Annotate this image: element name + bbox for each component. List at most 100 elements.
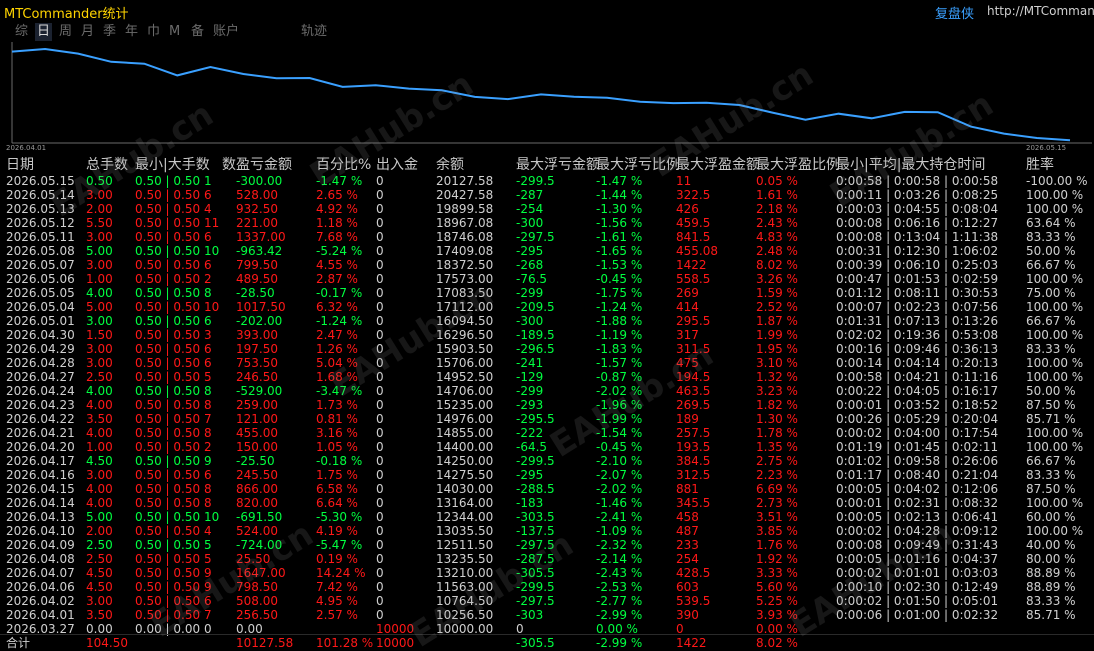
table-row[interactable]: 2026.05.07 3.00 0.50 | 0.50 6 799.50 4.55 % 0 1… xyxy=(0,258,1094,272)
table-row[interactable]: 2026.04.01 3.50 0.50 | 0.50 7 256.50 2.57 % 0 1… xyxy=(0,608,1094,622)
table-row[interactable]: 2026.04.14 4.00 0.50 | 0.50 8 820.00 6.64 % 0 1… xyxy=(0,496,1094,510)
table-row[interactable]: 2026.04.06 4.50 0.50 | 0.50 9 798.50 7.42 % 0 1… xyxy=(0,580,1094,594)
header-max-float-loss-pct[interactable]: 最大浮亏比例 xyxy=(596,156,680,174)
table-row[interactable]: 2026.04.22 3.50 0.50 | 0.50 7 121.00 0.81 % 0 1… xyxy=(0,412,1094,426)
header-win-rate[interactable]: 胜率 xyxy=(1026,156,1054,174)
table-row[interactable]: 2026.05.13 2.00 0.50 | 0.50 4 932.50 4.92 % 0 1… xyxy=(0,202,1094,216)
row-profit: -691.50 xyxy=(236,510,283,524)
table-row[interactable]: 2026.05.11 3.00 0.50 | 0.50 6 1337.00 7.68 % 0… xyxy=(0,230,1094,244)
table-row[interactable]: 2026.04.16 3.00 0.50 | 0.50 6 245.50 1.75 % 0 1… xyxy=(0,468,1094,482)
row-deposit: 0 xyxy=(376,328,384,342)
row-max-float-loss: -303.5 xyxy=(516,510,555,524)
table-row[interactable]: 2026.04.23 4.00 0.50 | 0.50 8 259.00 1.73 % 0 1… xyxy=(0,398,1094,412)
header-hold-time[interactable]: 最小|平均|最大持仓时间 xyxy=(836,156,985,174)
row-lots: 3.00 xyxy=(86,230,113,244)
row-max-float-loss: -295 xyxy=(516,468,544,482)
tab-note[interactable]: 备 xyxy=(191,23,204,41)
header-percent[interactable]: 百分比% xyxy=(316,156,371,174)
header-profit[interactable]: 盈亏金额 xyxy=(236,156,292,174)
row-count: 6 xyxy=(204,230,212,244)
row-hold-time: 0:00:05 | 0:02:13 | 0:06:41 xyxy=(836,510,999,524)
table-row[interactable]: 2026.04.27 2.50 0.50 | 0.50 5 246.50 1.68 % 0 1… xyxy=(0,370,1094,384)
table-row[interactable]: 2026.04.13 5.00 0.50 | 0.50 10 -691.50 -5.30 … xyxy=(0,510,1094,524)
row-balance: 17112.00 xyxy=(436,300,494,314)
row-max-float-profit: 841.5 xyxy=(676,230,711,244)
replay-link[interactable]: 复盘侠 xyxy=(935,3,974,22)
table-row[interactable]: 2026.04.10 2.00 0.50 | 0.50 4 524.00 4.19 % 0 1… xyxy=(0,524,1094,538)
tab-daily[interactable]: 日 xyxy=(35,23,53,41)
header-max-float-profit-pct[interactable]: 最大浮盈比例 xyxy=(756,156,840,174)
tab-monthly[interactable]: 月 xyxy=(81,23,94,41)
table-row[interactable]: 2026.05.08 5.00 0.50 | 0.50 10 -963.42 -5.24 … xyxy=(0,244,1094,258)
tab-symbol[interactable]: 巾 xyxy=(147,23,160,41)
table-row[interactable]: 2026.04.29 3.00 0.50 | 0.50 6 197.50 1.26 % 0 1… xyxy=(0,342,1094,356)
row-max-float-profit-pct: 3.51 % xyxy=(756,510,798,524)
tab-quarterly[interactable]: 季 xyxy=(103,23,116,41)
table-row[interactable]: 2026.04.15 4.00 0.50 | 0.50 8 866.00 6.58 % 0 1… xyxy=(0,482,1094,496)
header-count[interactable]: 数 xyxy=(222,156,236,174)
table-row[interactable]: 2026.04.09 2.50 0.50 | 0.50 5 -724.00 -5.47 %… xyxy=(0,538,1094,552)
table-row[interactable]: 2026.04.24 4.00 0.50 | 0.50 8 -529.00 -3.47 %… xyxy=(0,384,1094,398)
table-row[interactable]: 2026.04.21 4.00 0.50 | 0.50 8 455.00 3.16 % 0 1… xyxy=(0,426,1094,440)
table-row[interactable]: 2026.05.04 5.00 0.50 | 0.50 10 1017.50 6.32 %… xyxy=(0,300,1094,314)
row-max-float-profit-pct: 0.05 % xyxy=(756,174,798,188)
row-profit: -300.00 xyxy=(236,174,283,188)
table-row[interactable]: 2026.05.06 1.00 0.50 | 0.50 2 489.50 2.87 % 0 1… xyxy=(0,272,1094,286)
tab-yearly[interactable]: 年 xyxy=(125,23,138,41)
row-lots: 2.50 xyxy=(86,538,113,552)
table-row[interactable]: 2026.05.01 3.00 0.50 | 0.50 6 -202.00 -1.24 %… xyxy=(0,314,1094,328)
row-win-rate: 85.71 % xyxy=(1026,608,1076,622)
row-percent: 1.26 % xyxy=(316,342,358,356)
table-row[interactable]: 2026.05.14 3.00 0.50 | 0.50 6 528.00 2.65 % 0 2… xyxy=(0,188,1094,202)
tab-account[interactable]: 账户 xyxy=(213,23,239,41)
table-row[interactable]: 2026.04.08 2.50 0.50 | 0.50 5 25.50 0.19 % 0 13… xyxy=(0,552,1094,566)
table-row[interactable]: 2026.05.05 4.00 0.50 | 0.50 8 -28.50 -0.17 % 0… xyxy=(0,286,1094,300)
row-max-float-profit-pct: 6.69 % xyxy=(756,482,798,496)
row-balance: 13035.50 xyxy=(436,524,494,538)
row-percent: -5.47 % xyxy=(316,538,363,552)
header-balance[interactable]: 余额 xyxy=(436,156,464,174)
row-min-max: 0.50 | 0.50 xyxy=(135,356,201,370)
row-percent: 1.68 % xyxy=(316,370,358,384)
row-max-float-loss-pct: -1.30 % xyxy=(596,202,643,216)
table-row[interactable]: 2026.05.12 5.50 0.50 | 0.50 11 221.00 1.18 % 0… xyxy=(0,216,1094,230)
row-date: 2026.05.14 xyxy=(6,188,75,202)
header-max-float-loss[interactable]: 最大浮亏金额 xyxy=(516,156,600,174)
row-max-float-loss: -300 xyxy=(516,216,544,230)
row-date: 2026.05.08 xyxy=(6,244,75,258)
row-max-float-profit-pct: 3.10 % xyxy=(756,356,798,370)
row-balance: 10764.50 xyxy=(436,594,494,608)
table-row[interactable]: 2026.04.02 3.00 0.50 | 0.50 6 508.00 4.95 % 0 1… xyxy=(0,594,1094,608)
row-min-max: 0.50 | 0.50 xyxy=(135,566,201,580)
row-min-max: 0.50 | 0.50 xyxy=(135,510,201,524)
table-row[interactable]: 2026.04.17 4.50 0.50 | 0.50 9 -25.50 -0.18 % 0… xyxy=(0,454,1094,468)
table-row[interactable]: 2026.04.07 4.50 0.50 | 0.50 9 1647.00 14.24 %… xyxy=(0,566,1094,580)
site-url[interactable]: http://MTCommander xyxy=(987,4,1094,18)
row-max-float-loss: -293 xyxy=(516,398,544,412)
tab-magic[interactable]: M xyxy=(169,23,180,41)
header-min-max[interactable]: 最小|大手数 xyxy=(135,156,210,174)
header-deposit[interactable]: 出入金 xyxy=(376,156,418,174)
row-percent: 1.73 % xyxy=(316,398,358,412)
row-deposit: 0 xyxy=(376,202,384,216)
tab-weekly[interactable]: 周 xyxy=(59,23,72,41)
table-row[interactable]: 2026.04.20 1.00 0.50 | 0.50 2 150.00 1.05 % 0 1… xyxy=(0,440,1094,454)
row-max-float-loss-pct: -1.96 % xyxy=(596,398,643,412)
row-deposit: 0 xyxy=(376,594,384,608)
table-row[interactable]: 2026.04.30 1.50 0.50 | 0.50 3 393.00 2.47 % 0 1… xyxy=(0,328,1094,342)
header-date[interactable]: 日期 xyxy=(6,156,34,174)
row-max-float-profit-pct: 1.32 % xyxy=(756,370,798,384)
row-max-float-profit: 475 xyxy=(676,356,699,370)
row-max-float-loss-pct: -2.07 % xyxy=(596,468,643,482)
table-row[interactable]: 2026.04.28 3.00 0.50 | 0.50 6 753.50 5.04 % 0 1… xyxy=(0,356,1094,370)
row-balance: 15235.00 xyxy=(436,398,494,412)
row-hold-time: 0:00:02 | 0:01:50 | 0:05:01 xyxy=(836,594,999,608)
tab-overview[interactable]: 综 xyxy=(15,23,28,41)
row-max-float-profit-pct: 3.93 % xyxy=(756,608,798,622)
row-percent: -0.18 % xyxy=(316,454,363,468)
header-lots[interactable]: 总手数 xyxy=(86,156,128,174)
tab-trajectory[interactable]: 轨迹 xyxy=(301,23,327,41)
table-row[interactable]: 2026.05.15 0.50 0.50 | 0.50 1 -300.00 -1.47 %… xyxy=(0,174,1094,188)
row-max-float-profit-pct: 1.87 % xyxy=(756,314,798,328)
header-max-float-profit[interactable]: 最大浮盈金额 xyxy=(676,156,760,174)
